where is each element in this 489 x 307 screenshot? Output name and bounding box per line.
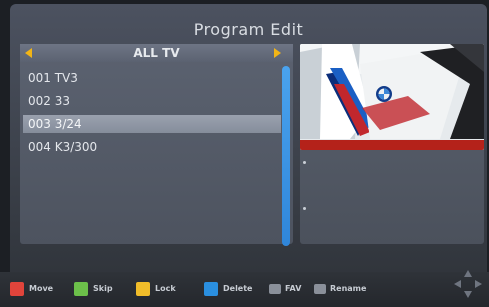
hint-label: Rename (330, 284, 367, 293)
group-selector[interactable]: ALL TV (20, 44, 293, 62)
channel-list-panel: ALL TV 001 TV3 002 33 003 3/24 004 K3/30… (20, 44, 293, 246)
red-key-icon (10, 282, 24, 296)
video-preview (300, 44, 484, 150)
green-key-icon (74, 282, 88, 296)
scrollbar-thumb[interactable] (282, 66, 290, 246)
hint-label: FAV (285, 284, 302, 293)
fav-key-icon (269, 284, 281, 294)
channel-item[interactable]: 001 TV3 (23, 69, 281, 87)
key-hint-bar: Move Skip Lock Delete FAV Rename (0, 272, 489, 307)
info-dot (303, 161, 306, 164)
group-label: ALL TV (133, 46, 180, 60)
channel-label: 002 33 (28, 94, 70, 108)
channel-item[interactable]: 004 K3/300 (23, 138, 281, 156)
blue-key-icon (204, 282, 218, 296)
arrow-right-icon[interactable] (274, 48, 281, 58)
news-ticker (300, 140, 484, 150)
preview-panel (300, 44, 484, 244)
channel-scrollbar[interactable] (282, 66, 290, 246)
rename-key-icon (314, 284, 326, 294)
yellow-key-icon (136, 282, 150, 296)
hint-label: Delete (223, 284, 253, 293)
channel-item-selected[interactable]: 003 3/24 (23, 115, 281, 133)
channel-label: 003 3/24 (28, 117, 82, 131)
channel-label: 001 TV3 (28, 71, 78, 85)
info-dot (303, 207, 306, 210)
channel-item[interactable]: 002 33 (23, 92, 281, 110)
hint-label: Skip (93, 284, 113, 293)
race-car-image (300, 44, 484, 150)
channel-label: 004 K3/300 (28, 140, 98, 154)
hint-label: Move (29, 284, 54, 293)
hint-label: Lock (155, 284, 176, 293)
navigation-pad-icon (454, 270, 482, 298)
page-title: Program Edit (193, 20, 304, 39)
